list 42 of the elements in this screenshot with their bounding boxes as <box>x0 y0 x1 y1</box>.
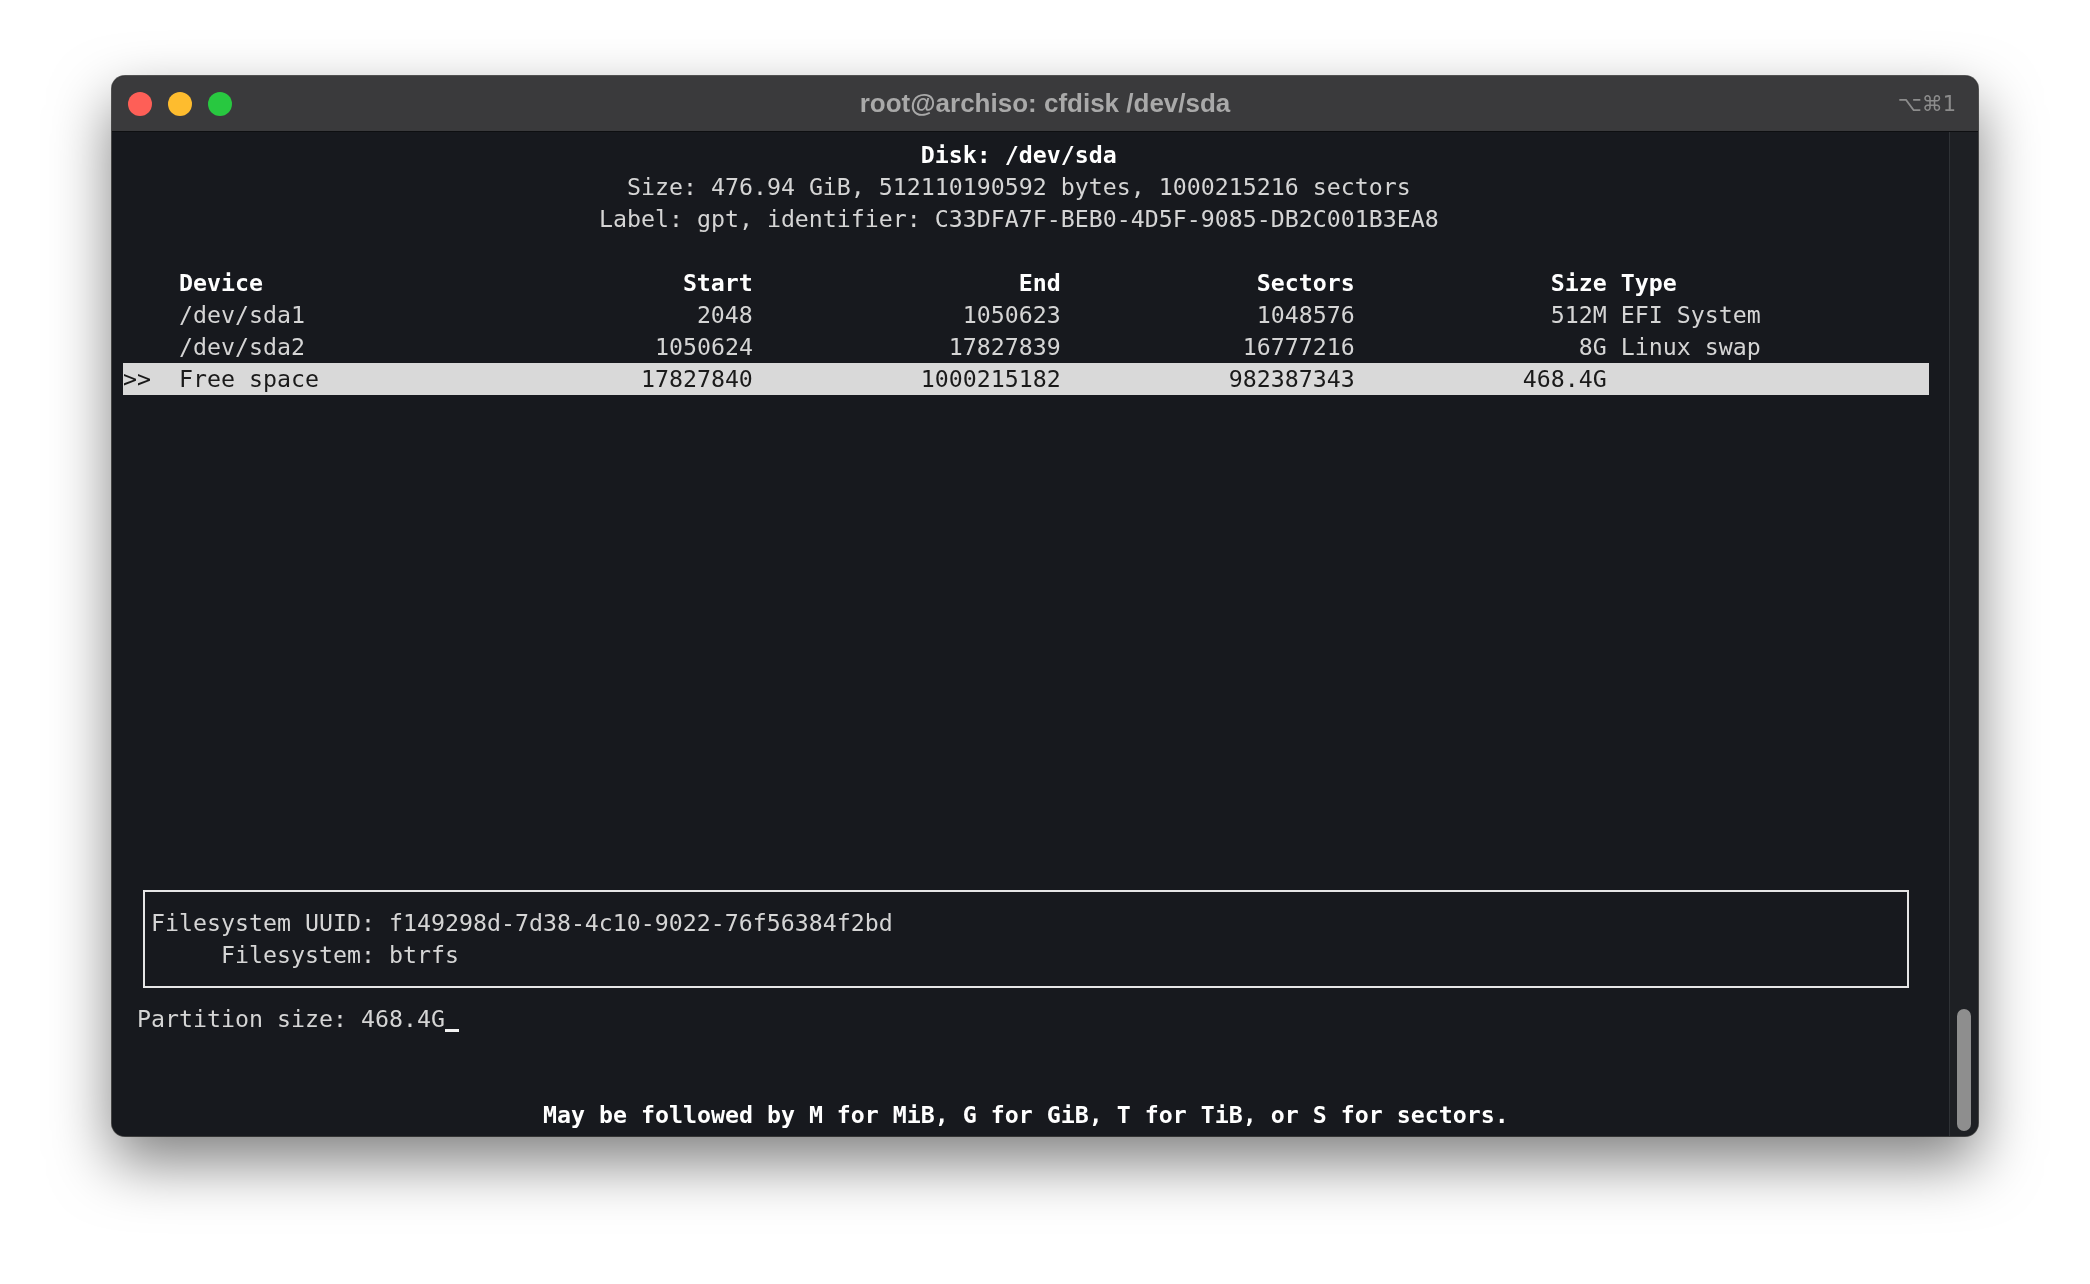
keyboard-shortcut: ⌥⌘1 <box>1897 91 1956 116</box>
info-label: Filesystem UUID: <box>150 908 375 938</box>
selection-marker: >> <box>123 364 151 394</box>
info-value: btrfs <box>388 940 459 970</box>
disk-size-info: Size: 476.94 GiB, 512110190592 bytes, 1000215216 sectors <box>626 172 1411 202</box>
disk-heading: Disk: /dev/sda <box>920 140 1117 170</box>
table-cell-text: 512M <box>1550 300 1607 330</box>
table-cell-text: 1050623 <box>962 300 1061 330</box>
table-cell-text: 17827840 <box>640 364 753 394</box>
table-cell-text: Free space <box>179 364 319 394</box>
prompt-label: Partition size: <box>137 1004 347 1034</box>
column-header: Device <box>179 268 263 298</box>
table-cell-text: Linux swap <box>1620 332 1761 362</box>
window-title: root@archiso: cfdisk /dev/sda <box>859 88 1231 119</box>
table-cell-text: /dev/sda1 <box>179 300 305 330</box>
info-value: f149298d-7d38-4c10-9022-76f56384f2bd <box>388 908 893 938</box>
table-cell-text: /dev/sda2 <box>179 332 305 362</box>
partition-size-input[interactable]: 468.4G <box>360 1003 459 1035</box>
input-hint: May be followed by M for MiB, G for GiB, T for TiB, or S for sectors. <box>542 1100 1509 1130</box>
maximize-button[interactable] <box>208 91 232 116</box>
scrollbar-thumb[interactable] <box>1957 1009 1971 1131</box>
selected-row[interactable]: >> Free space 17827840 1000215182 982387343 468.4G <box>123 363 1929 395</box>
table-cell-text: 2048 <box>696 300 753 330</box>
table-cell-text: 1000215182 <box>920 364 1061 394</box>
close-button[interactable] <box>128 91 152 116</box>
table-cell-text: 1050624 <box>654 332 753 362</box>
table-cell-text: 17827839 <box>948 332 1061 362</box>
table-cell-text: 1048576 <box>1256 300 1355 330</box>
column-header: Type <box>1620 268 1677 298</box>
table-cell-text: 16777216 <box>1242 332 1355 362</box>
column-header: Size <box>1550 268 1607 298</box>
table-cell-text: 468.4G <box>1522 364 1607 394</box>
column-header: End <box>1018 268 1061 298</box>
text-cursor-icon <box>444 1029 459 1032</box>
table-cell-text: EFI System <box>1620 300 1761 330</box>
info-label: Filesystem: <box>220 940 375 970</box>
table-cell-text: 982387343 <box>1228 364 1355 394</box>
disk-label-info: Label: gpt, identifier: C33DFA7F-BEB0-4D5F-9085-DB2C001B3EA8 <box>598 204 1439 234</box>
table-cell-text: 8G <box>1578 332 1607 362</box>
column-header: Sectors <box>1256 268 1355 298</box>
column-header: Start <box>682 268 753 298</box>
minimize-button[interactable] <box>168 91 192 116</box>
